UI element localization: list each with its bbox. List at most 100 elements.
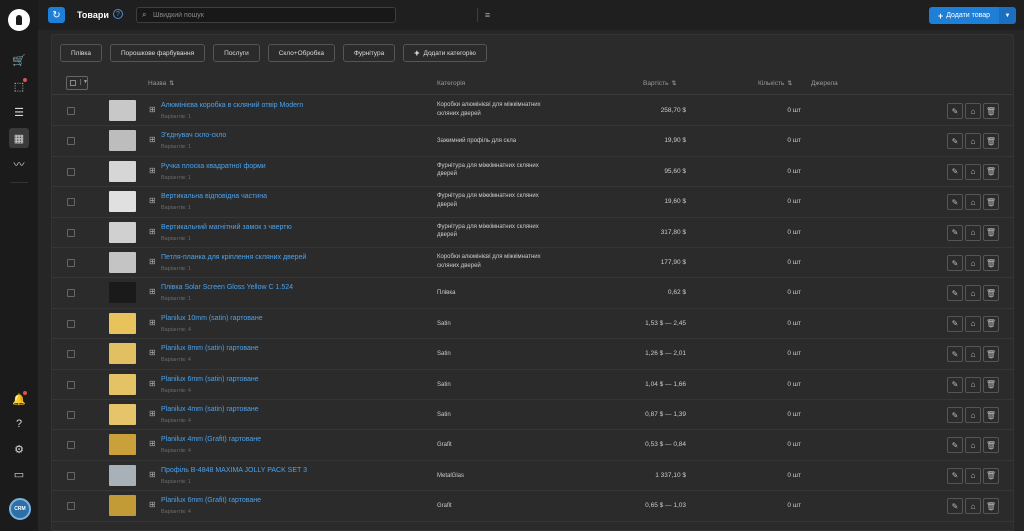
help-circle-icon[interactable]: ? bbox=[113, 9, 123, 19]
warehouse-button[interactable]: ⌂ bbox=[965, 376, 981, 393]
row-checkbox[interactable] bbox=[67, 380, 75, 389]
row-checkbox[interactable] bbox=[67, 107, 75, 115]
row-checkbox[interactable] bbox=[67, 411, 75, 419]
select-all-checkbox[interactable]: ▼ bbox=[66, 76, 88, 90]
warehouse-button[interactable]: ⌂ bbox=[965, 437, 981, 454]
product-name-link[interactable]: Planilux 6mm (satin) гартоване bbox=[161, 376, 259, 383]
product-name-link[interactable]: Planilux 4mm (satin) гартоване bbox=[161, 406, 259, 413]
row-checkbox[interactable] bbox=[67, 167, 75, 176]
row-checkbox[interactable] bbox=[67, 350, 75, 359]
app-logo[interactable] bbox=[8, 9, 30, 31]
search-input[interactable] bbox=[153, 9, 353, 21]
hamburger-menu-icon[interactable]: ≡ bbox=[477, 8, 497, 22]
sidebar-item-settings[interactable]: ⚙ bbox=[9, 439, 29, 459]
delete-button[interactable]: 🗑 bbox=[983, 467, 999, 484]
refresh-button[interactable]: ↻ bbox=[48, 7, 65, 23]
product-name-link[interactable]: Planilux 6mm (Grafit) гартоване bbox=[161, 497, 261, 504]
row-checkbox[interactable] bbox=[67, 228, 75, 237]
delete-button[interactable]: 🗑 bbox=[983, 133, 999, 150]
warehouse-button[interactable]: ⌂ bbox=[965, 163, 981, 180]
product-name-link[interactable]: Planilux 4mm (Grafit) гартоване bbox=[161, 436, 261, 443]
warehouse-button[interactable]: ⌂ bbox=[965, 346, 981, 363]
edit-button[interactable]: ✎ bbox=[947, 315, 963, 332]
row-checkbox[interactable] bbox=[67, 259, 75, 267]
product-name-link[interactable]: Алюмінієва коробка в скляний отвір Moder… bbox=[161, 102, 303, 109]
delete-button[interactable]: 🗑 bbox=[983, 103, 999, 119]
sidebar-item-help[interactable]: ? bbox=[9, 414, 29, 434]
delete-button[interactable]: 🗑 bbox=[983, 194, 999, 211]
row-checkbox[interactable] bbox=[67, 502, 75, 511]
sort-icon[interactable]: ⇅ bbox=[787, 81, 792, 87]
delete-button[interactable]: 🗑 bbox=[983, 315, 999, 332]
category-button[interactable]: Послуги bbox=[213, 44, 260, 62]
sidebar-item-products[interactable]: ▦ bbox=[9, 128, 29, 148]
column-price[interactable]: Вартість ⇅ bbox=[643, 80, 677, 87]
edit-button[interactable]: ✎ bbox=[947, 285, 963, 302]
row-checkbox[interactable] bbox=[67, 198, 75, 207]
add-product-dropdown[interactable]: ▼ bbox=[999, 7, 1016, 24]
edit-button[interactable]: ✎ bbox=[947, 407, 963, 423]
category-button[interactable]: Фурнітура bbox=[342, 44, 396, 62]
warehouse-button[interactable]: ⌂ bbox=[965, 224, 981, 241]
category-button[interactable]: Порошкове фарбування bbox=[109, 44, 206, 62]
warehouse-button[interactable]: ⌂ bbox=[965, 285, 981, 302]
warehouse-button[interactable]: ⌂ bbox=[965, 194, 981, 211]
product-name-link[interactable]: Planilux 10mm (satin) гартоване bbox=[161, 315, 263, 322]
column-quantity[interactable]: Кількість ⇅ bbox=[758, 80, 792, 87]
edit-button[interactable]: ✎ bbox=[947, 103, 963, 119]
delete-button[interactable]: 🗑 bbox=[983, 224, 999, 241]
warehouse-button[interactable]: ⌂ bbox=[965, 255, 981, 271]
delete-button[interactable]: 🗑 bbox=[983, 255, 999, 271]
delete-button[interactable]: 🗑 bbox=[983, 285, 999, 302]
edit-button[interactable]: ✎ bbox=[947, 346, 963, 363]
warehouse-button[interactable]: ⌂ bbox=[965, 133, 981, 150]
row-checkbox[interactable] bbox=[67, 137, 75, 146]
row-checkbox[interactable] bbox=[67, 441, 75, 450]
column-name[interactable]: Назва ⇅ bbox=[148, 80, 174, 87]
edit-button[interactable]: ✎ bbox=[947, 376, 963, 393]
sort-icon[interactable]: ⇅ bbox=[671, 81, 676, 87]
product-name-link[interactable]: Профіль В-4848 MAXIMA JOLLY PACK SET 3 bbox=[161, 467, 307, 474]
caret-down-icon[interactable]: ▼ bbox=[80, 79, 88, 85]
sidebar-item-analytics[interactable]: 〰 bbox=[9, 154, 29, 174]
product-name-link[interactable]: Плівка Solar Screen Gloss Yellow C 1.524 bbox=[161, 284, 293, 291]
row-checkbox[interactable] bbox=[67, 471, 75, 480]
sidebar-item-bell[interactable]: 🔔 bbox=[9, 389, 29, 409]
sidebar-item-cart[interactable]: 🛒 bbox=[9, 50, 29, 70]
row-checkbox[interactable] bbox=[67, 319, 75, 328]
row-checkbox[interactable] bbox=[67, 289, 75, 298]
delete-button[interactable]: 🗑 bbox=[983, 163, 999, 180]
product-name-link[interactable]: Вертикальна відповідна частина bbox=[161, 193, 267, 200]
edit-button[interactable]: ✎ bbox=[947, 467, 963, 484]
edit-button[interactable]: ✎ bbox=[947, 163, 963, 180]
edit-button[interactable]: ✎ bbox=[947, 224, 963, 241]
warehouse-button[interactable]: ⌂ bbox=[965, 498, 981, 515]
delete-button[interactable]: 🗑 bbox=[983, 498, 999, 515]
edit-button[interactable]: ✎ bbox=[947, 194, 963, 211]
product-name-link[interactable]: Петля-планка для кріплення скляних двере… bbox=[161, 254, 306, 261]
sort-icon[interactable]: ⇅ bbox=[169, 81, 174, 87]
delete-button[interactable]: 🗑 bbox=[983, 346, 999, 363]
product-name-link[interactable]: Ручка плоска квадратної форми bbox=[161, 163, 266, 170]
sidebar-item-tasks-list[interactable]: ☰ bbox=[9, 102, 29, 122]
category-button[interactable]: Плівка bbox=[60, 44, 102, 62]
edit-button[interactable]: ✎ bbox=[947, 133, 963, 150]
delete-button[interactable]: 🗑 bbox=[983, 376, 999, 393]
product-name-link[interactable]: Вертикальний магнітний замок з чвертю bbox=[161, 224, 292, 231]
delete-button[interactable]: 🗑 bbox=[983, 437, 999, 454]
category-button[interactable]: Скло+Обробка bbox=[267, 44, 335, 62]
edit-button[interactable]: ✎ bbox=[947, 498, 963, 515]
add-category-button[interactable]: + Додати категорію bbox=[403, 44, 487, 62]
avatar[interactable]: CRM bbox=[9, 498, 31, 520]
warehouse-button[interactable]: ⌂ bbox=[965, 103, 981, 119]
sidebar-item-orders[interactable]: ⬚ bbox=[9, 76, 29, 96]
edit-button[interactable]: ✎ bbox=[947, 437, 963, 454]
add-product-button[interactable]: + Додати товар bbox=[929, 7, 999, 24]
warehouse-button[interactable]: ⌂ bbox=[965, 407, 981, 423]
warehouse-button[interactable]: ⌂ bbox=[965, 467, 981, 484]
product-name-link[interactable]: Planilux 8mm (satin) гартоване bbox=[161, 345, 259, 352]
warehouse-button[interactable]: ⌂ bbox=[965, 315, 981, 332]
edit-button[interactable]: ✎ bbox=[947, 255, 963, 271]
product-name-link[interactable]: З'єднувач скло-скло bbox=[161, 132, 226, 139]
delete-button[interactable]: 🗑 bbox=[983, 407, 999, 423]
